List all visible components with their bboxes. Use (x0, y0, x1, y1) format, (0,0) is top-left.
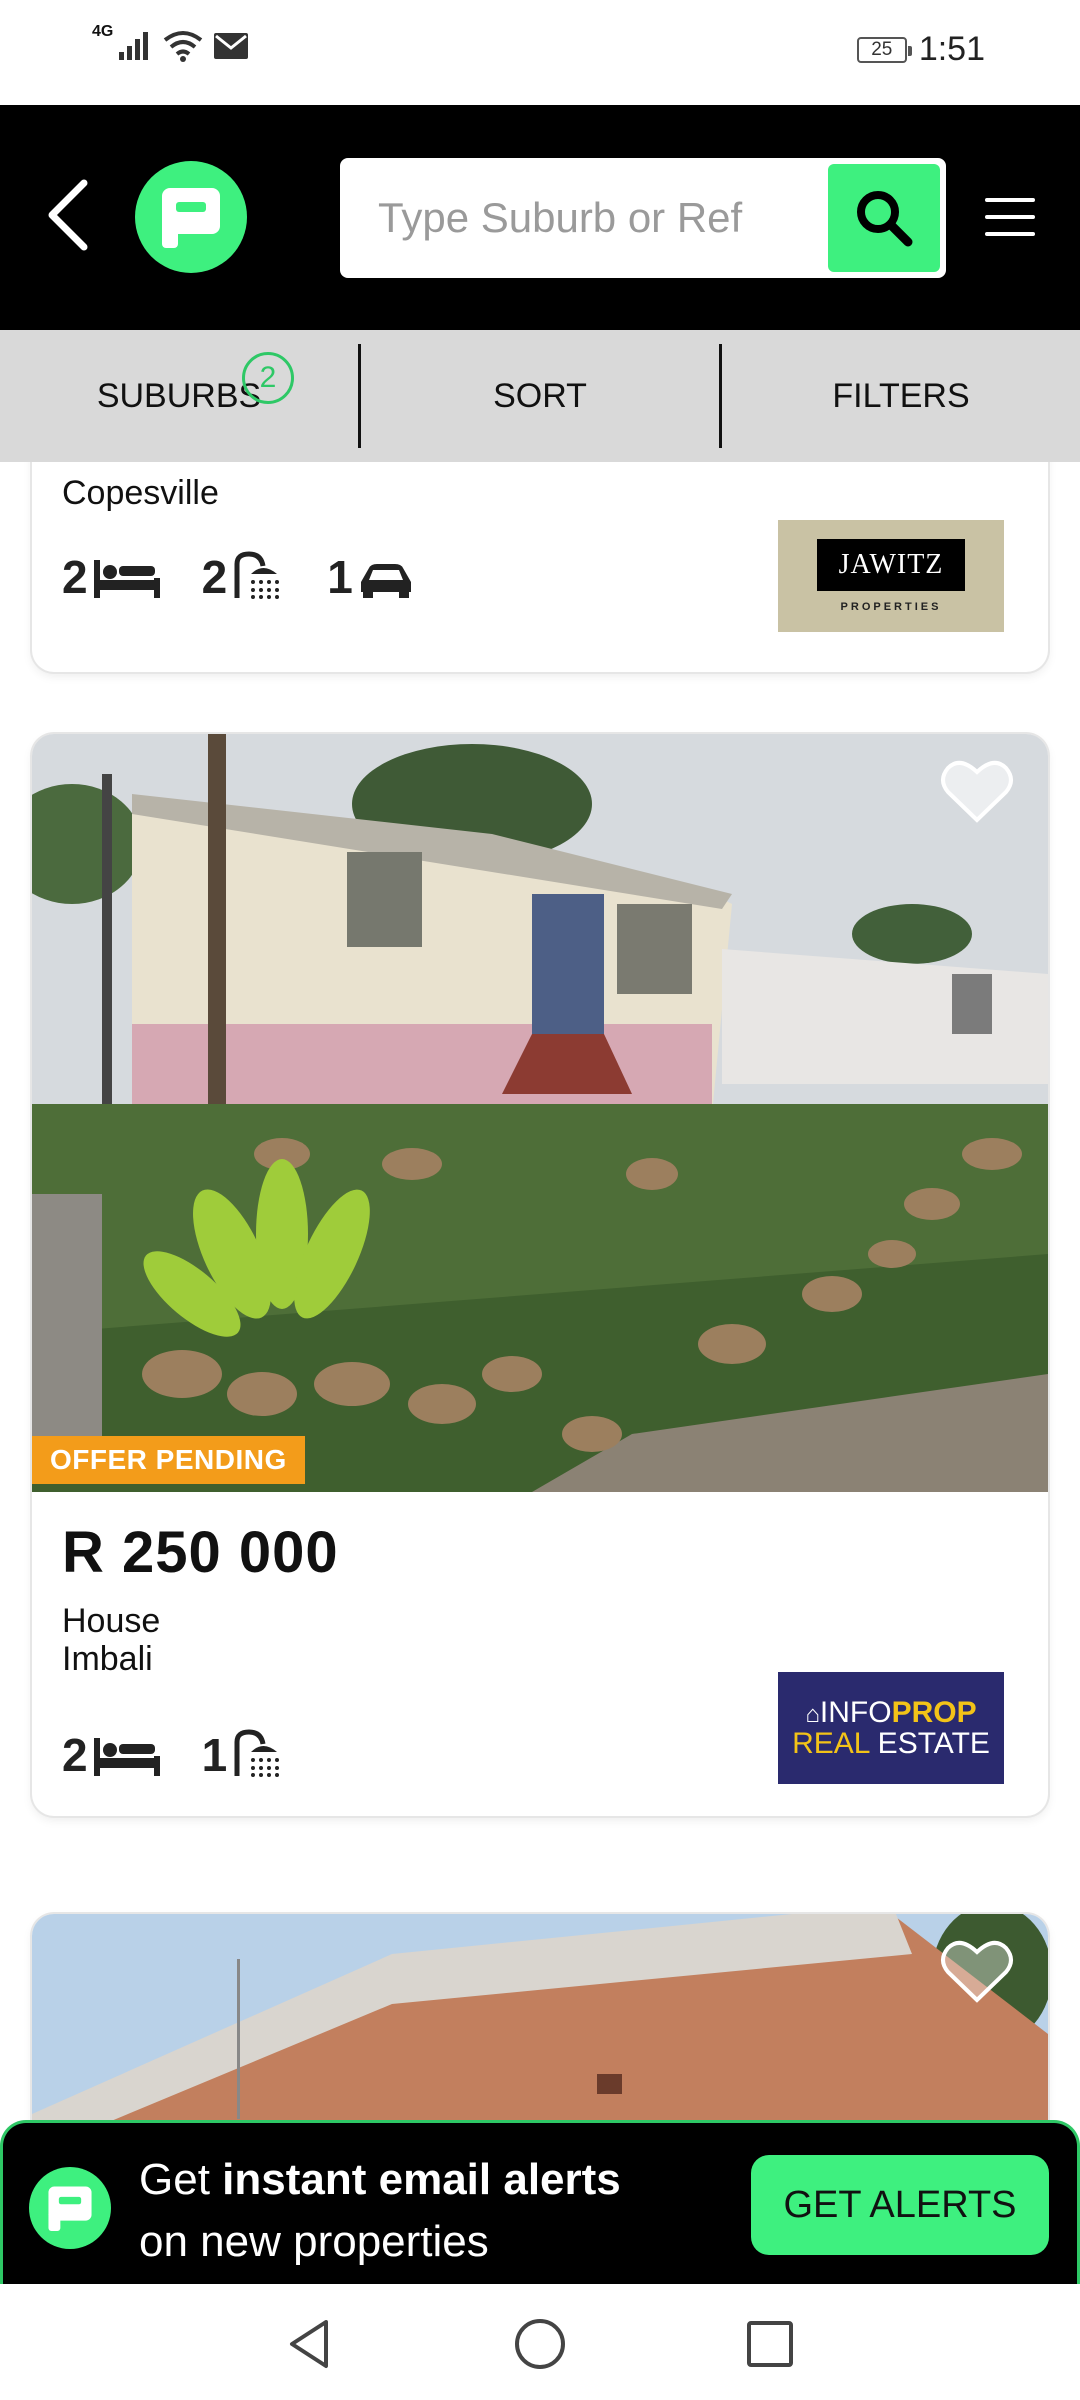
listing-type: House (62, 1602, 161, 1640)
wifi-icon (164, 31, 203, 62)
listing-card[interactable]: Copesville 2 2 1 JAWITZ PROPERTIES (32, 462, 1048, 672)
suburbs-label: SUBURBS (96, 376, 262, 415)
bedrooms: 2 (62, 554, 162, 600)
listing-suburb: Copesville (62, 474, 219, 512)
parking-count: 1 (327, 551, 353, 603)
filters-button[interactable]: FILTERS (722, 330, 1080, 462)
agency-name: JAWITZ (816, 539, 966, 591)
listing-photo[interactable] (32, 1914, 1048, 2128)
listing-suburb: Imbali (62, 1640, 153, 1678)
search-button[interactable] (828, 164, 940, 272)
favorite-button[interactable] (940, 758, 1014, 824)
chevron-left-icon (48, 179, 88, 251)
battery-level: 25 (871, 38, 893, 60)
mail-icon (214, 33, 249, 59)
search-input[interactable] (378, 158, 798, 278)
clock: 1:51 (918, 30, 985, 68)
system-nav-bar (0, 2284, 1080, 2400)
search-icon (857, 191, 913, 247)
logo-icon (162, 188, 220, 248)
listing-features: 2 1 (62, 1728, 287, 1778)
parking: 1 (327, 554, 415, 600)
nav-home-icon[interactable] (510, 2314, 570, 2374)
car-icon (360, 564, 411, 598)
app-header (0, 105, 1080, 330)
sort-label: SORT (493, 376, 587, 415)
listing-price: R 250 000 (62, 1520, 339, 1585)
agency-logo-infoprop[interactable]: ⌂INFOPROP REAL ESTATE (778, 1672, 1004, 1784)
listing-card[interactable]: OFFER PENDING R 250 000 House Imbali 2 1 (32, 734, 1048, 1816)
bathrooms: 2 (202, 550, 288, 600)
app-logo[interactable] (135, 161, 247, 273)
heart-icon (941, 1940, 1013, 2003)
signal-icon (119, 32, 149, 60)
bedrooms-count: 2 (62, 1729, 88, 1781)
shower-icon (234, 1729, 280, 1777)
house-photo-image (32, 734, 1048, 1492)
network-type: 4G (92, 23, 114, 40)
back-button[interactable] (38, 175, 108, 255)
shower-icon (234, 551, 280, 599)
hamburger-menu-icon[interactable] (985, 198, 1035, 238)
house-photo-image (32, 1914, 1048, 2128)
nav-recents-icon[interactable] (740, 2314, 800, 2374)
agency-logo-jawitz[interactable]: JAWITZ PROPERTIES (778, 520, 1004, 632)
listing-card[interactable] (32, 1914, 1048, 2128)
home-icon: ⌂ (805, 1700, 820, 1728)
bed-icon (93, 560, 160, 598)
battery-icon: 25 (856, 36, 912, 63)
heart-icon (941, 760, 1013, 823)
nav-back-icon[interactable] (280, 2314, 340, 2374)
bedrooms-count: 2 (62, 551, 88, 603)
filter-bar: SUBURBS 2 SORT FILTERS (0, 330, 1080, 462)
agency-line-1: ⌂INFOPROP (805, 1695, 977, 1729)
offer-pending-badge: OFFER PENDING (32, 1436, 305, 1484)
agency-subtitle: PROPERTIES (840, 601, 942, 613)
agency-line-2: REAL ESTATE (792, 1727, 990, 1760)
bed-icon (93, 1738, 160, 1776)
listing-features: 2 2 1 (62, 550, 415, 600)
status-bar: 4G 25 1:51 (0, 0, 1080, 105)
alert-message: Get instant email alerts on new properti… (139, 2155, 621, 2266)
bathrooms: 1 (202, 1728, 288, 1778)
bedrooms: 2 (62, 1732, 162, 1778)
search-box (340, 158, 946, 278)
alert-logo-icon (29, 2167, 111, 2249)
listing-photo[interactable]: OFFER PENDING (32, 734, 1048, 1492)
email-alert-banner: Get instant email alerts on new properti… (0, 2120, 1080, 2284)
suburbs-count-badge: 2 (242, 352, 294, 404)
filters-label: FILTERS (832, 376, 970, 415)
bathrooms-count: 2 (201, 551, 228, 603)
bathrooms-count: 1 (201, 1729, 228, 1781)
suburbs-button[interactable]: SUBURBS 2 (0, 330, 358, 462)
get-alerts-button[interactable]: GET ALERTS (751, 2155, 1049, 2255)
favorite-button[interactable] (940, 1938, 1014, 2004)
listings-scroll[interactable]: Copesville 2 2 1 JAWITZ PROPERTIES OFFER… (0, 462, 1080, 2128)
sort-button[interactable]: SORT (361, 330, 719, 462)
